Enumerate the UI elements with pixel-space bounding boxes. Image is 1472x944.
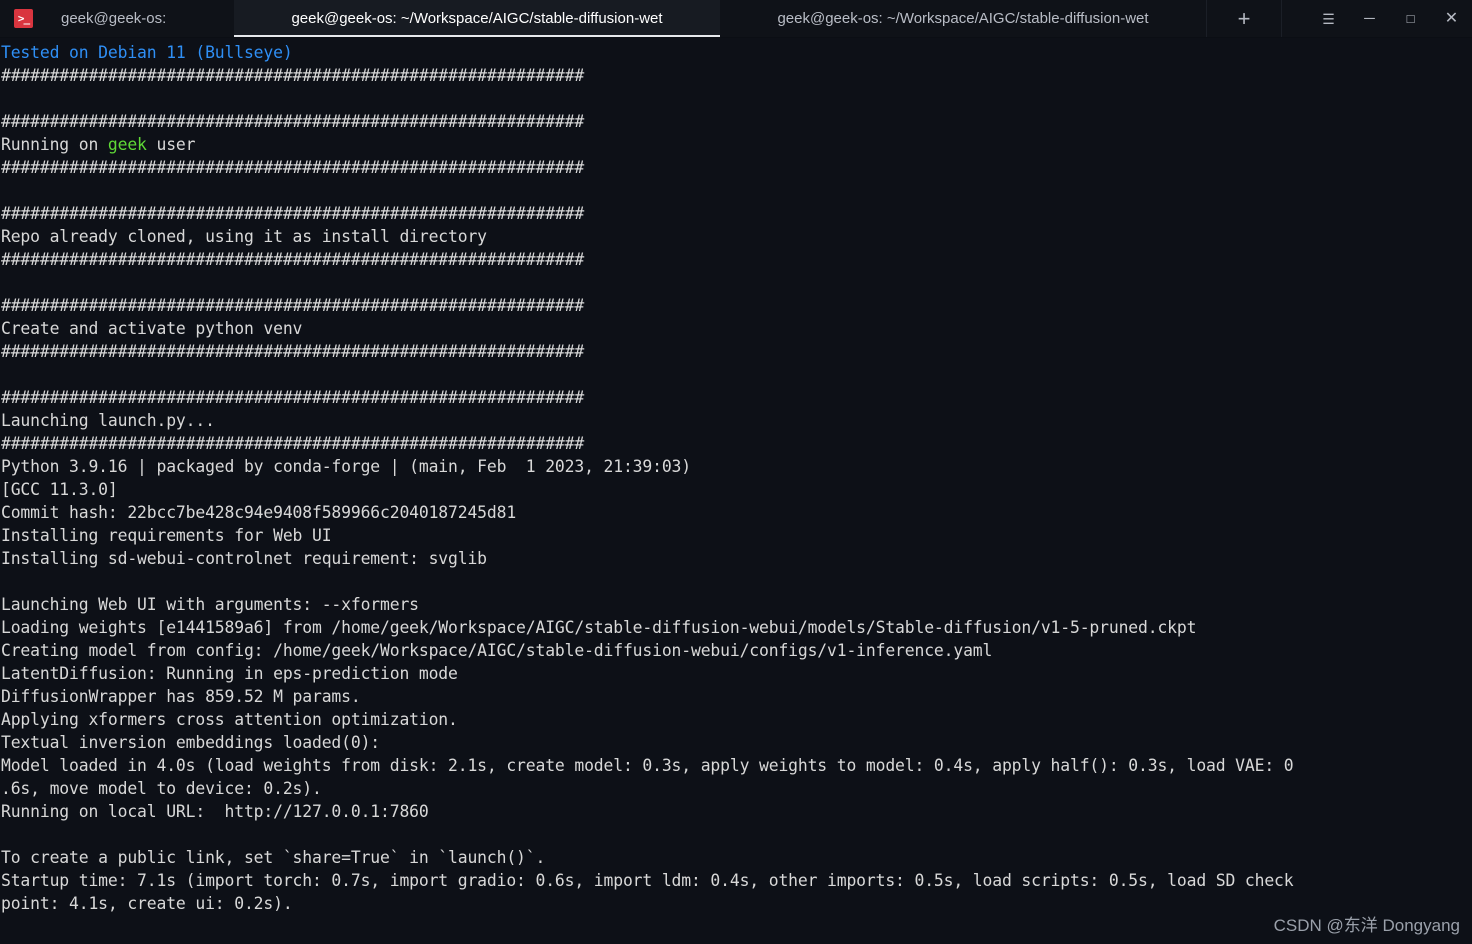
- terminal-tab-0-label: geek@geek-os:: [61, 10, 167, 27]
- close-icon[interactable]: ✕: [1431, 0, 1472, 37]
- terminal-text-segment: Commit hash: 22bcc7be428c94e9408f589966c…: [1, 503, 517, 522]
- terminal-tab-0[interactable]: geek@geek-os:: [47, 0, 234, 37]
- terminal-line: Tested on Debian 11 (Bullseye): [1, 41, 1472, 64]
- app-icon-container: >_: [0, 0, 47, 37]
- terminal-line: [GCC 11.3.0]: [1, 478, 1472, 501]
- terminal-line: Running on geek user: [1, 133, 1472, 156]
- terminal-text-segment: point: 4.1s, create ui: 0.2s).: [1, 894, 293, 913]
- terminal-tab-2-label: geek@geek-os: ~/Workspace/AIGC/stable-di…: [777, 10, 1149, 27]
- terminal-line: ########################################…: [1, 432, 1472, 455]
- terminal-line: LatentDiffusion: Running in eps-predicti…: [1, 662, 1472, 685]
- terminal-text-segment: ########################################…: [1, 434, 585, 453]
- terminal-text-segment: Running on: [1, 135, 108, 154]
- terminal-text-segment: Repo already cloned, using it as install…: [1, 227, 487, 246]
- terminal-text-segment: Creating model from config: /home/geek/W…: [1, 641, 993, 660]
- terminal-line: ########################################…: [1, 294, 1472, 317]
- terminal-line: Launching launch.py...: [1, 409, 1472, 432]
- terminal-line: .6s, move model to device: 0.2s).: [1, 777, 1472, 800]
- terminal-text-segment: geek: [107, 135, 147, 154]
- terminal-text-segment: ########################################…: [1, 296, 585, 315]
- terminal-line: Model loaded in 4.0s (load weights from …: [1, 754, 1472, 777]
- terminal-text-segment: ########################################…: [1, 388, 585, 407]
- terminal-line: Creating model from config: /home/geek/W…: [1, 639, 1472, 662]
- minimize-icon[interactable]: ─: [1349, 0, 1390, 37]
- terminal-text-segment: ########################################…: [1, 342, 585, 361]
- terminal-text-segment: Python 3.9.16 | packaged by conda-forge …: [1, 457, 691, 476]
- terminal-text-segment: ########################################…: [1, 204, 585, 223]
- terminal-text-segment: Applying xformers cross attention optimi…: [1, 710, 458, 729]
- terminal-text-segment: LatentDiffusion: Running in eps-predicti…: [1, 664, 458, 683]
- terminal-line: Repo already cloned, using it as install…: [1, 225, 1472, 248]
- terminal-line: Commit hash: 22bcc7be428c94e9408f589966c…: [1, 501, 1472, 524]
- terminal-text-segment: ########################################…: [1, 112, 585, 131]
- terminal-text-segment: Launching Web UI with arguments: --xform…: [1, 595, 419, 614]
- terminal-line: Python 3.9.16 | packaged by conda-forge …: [1, 455, 1472, 478]
- watermark: CSDN @东洋 Dongyang: [1273, 916, 1460, 935]
- new-tab-container: +: [1206, 0, 1282, 37]
- terminal-line: ########################################…: [1, 156, 1472, 179]
- terminal-tab-1[interactable]: geek@geek-os: ~/Workspace/AIGC/stable-di…: [234, 0, 720, 37]
- terminal-line: ########################################…: [1, 248, 1472, 271]
- terminal-text-segment: ########################################…: [1, 66, 585, 85]
- terminal-text-segment: Create and activate python venv: [1, 319, 303, 338]
- terminal-text-segment: [GCC 11.3.0]: [1, 480, 118, 499]
- terminal-line: Create and activate python venv: [1, 317, 1472, 340]
- terminal-text-segment: .6s, move model to device: 0.2s).: [1, 779, 322, 798]
- terminal-text-segment: Textual inversion embeddings loaded(0):: [1, 733, 381, 752]
- terminal-line: ########################################…: [1, 64, 1472, 87]
- hamburger-menu-icon[interactable]: ☰: [1308, 0, 1349, 37]
- terminal-line: DiffusionWrapper has 859.52 M params.: [1, 685, 1472, 708]
- terminal-tab-1-label: geek@geek-os: ~/Workspace/AIGC/stable-di…: [291, 10, 663, 27]
- terminal-line: To create a public link, set `share=True…: [1, 846, 1472, 869]
- terminal-app-icon: >_: [14, 9, 33, 28]
- terminal-line: ########################################…: [1, 386, 1472, 409]
- terminal-text-segment: Loading weights [e1441589a6] from /home/…: [1, 618, 1197, 637]
- terminal-text-segment: user: [146, 135, 196, 154]
- window-controls: ☰ ─ □ ✕: [1308, 0, 1472, 37]
- terminal-text-segment: ########################################…: [1, 250, 585, 269]
- terminal-line: Running on local URL: http://127.0.0.1:7…: [1, 800, 1472, 823]
- terminal-text-segment: Installing sd-webui-controlnet requireme…: [1, 549, 487, 568]
- maximize-icon[interactable]: □: [1390, 0, 1431, 37]
- terminal-line: Installing requirements for Web UI: [1, 524, 1472, 547]
- terminal-line: Textual inversion embeddings loaded(0):: [1, 731, 1472, 754]
- terminal-line: ########################################…: [1, 110, 1472, 133]
- terminal-line: Installing sd-webui-controlnet requireme…: [1, 547, 1472, 570]
- terminal-text-segment: Model loaded in 4.0s (load weights from …: [1, 756, 1294, 775]
- terminal-text-segment: ########################################…: [1, 158, 585, 177]
- terminal-line: ########################################…: [1, 202, 1472, 225]
- terminal-text-segment: Running on local URL: http://127.0.0.1:7…: [1, 802, 429, 821]
- terminal-text-segment: Launching launch.py...: [1, 411, 215, 430]
- terminal-line: Applying xformers cross attention optimi…: [1, 708, 1472, 731]
- terminal-body[interactable]: Tested on Debian 11 (Bullseye) ##########…: [0, 38, 1472, 944]
- terminal-text-segment: Tested on Debian 11 (Bullseye): [1, 43, 293, 62]
- plus-icon[interactable]: +: [1238, 7, 1251, 30]
- terminal-line: ########################################…: [1, 340, 1472, 363]
- terminal-tab-2[interactable]: geek@geek-os: ~/Workspace/AIGC/stable-di…: [720, 0, 1206, 37]
- terminal-line: Launching Web UI with arguments: --xform…: [1, 593, 1472, 616]
- terminal-line: Startup time: 7.1s (import torch: 0.7s, …: [1, 869, 1472, 892]
- terminal-text-segment: Startup time: 7.1s (import torch: 0.7s, …: [1, 871, 1294, 890]
- title-bar: >_ geek@geek-os: geek@geek-os: ~/Workspa…: [0, 0, 1472, 38]
- terminal-line: Loading weights [e1441589a6] from /home/…: [1, 616, 1472, 639]
- terminal-output: Tested on Debian 11 (Bullseye) ##########…: [1, 41, 1472, 915]
- terminal-text-segment: DiffusionWrapper has 859.52 M params.: [1, 687, 361, 706]
- terminal-text-segment: Installing requirements for Web UI: [1, 526, 332, 545]
- terminal-line: point: 4.1s, create ui: 0.2s).: [1, 892, 1472, 915]
- terminal-text-segment: To create a public link, set `share=True…: [1, 848, 546, 867]
